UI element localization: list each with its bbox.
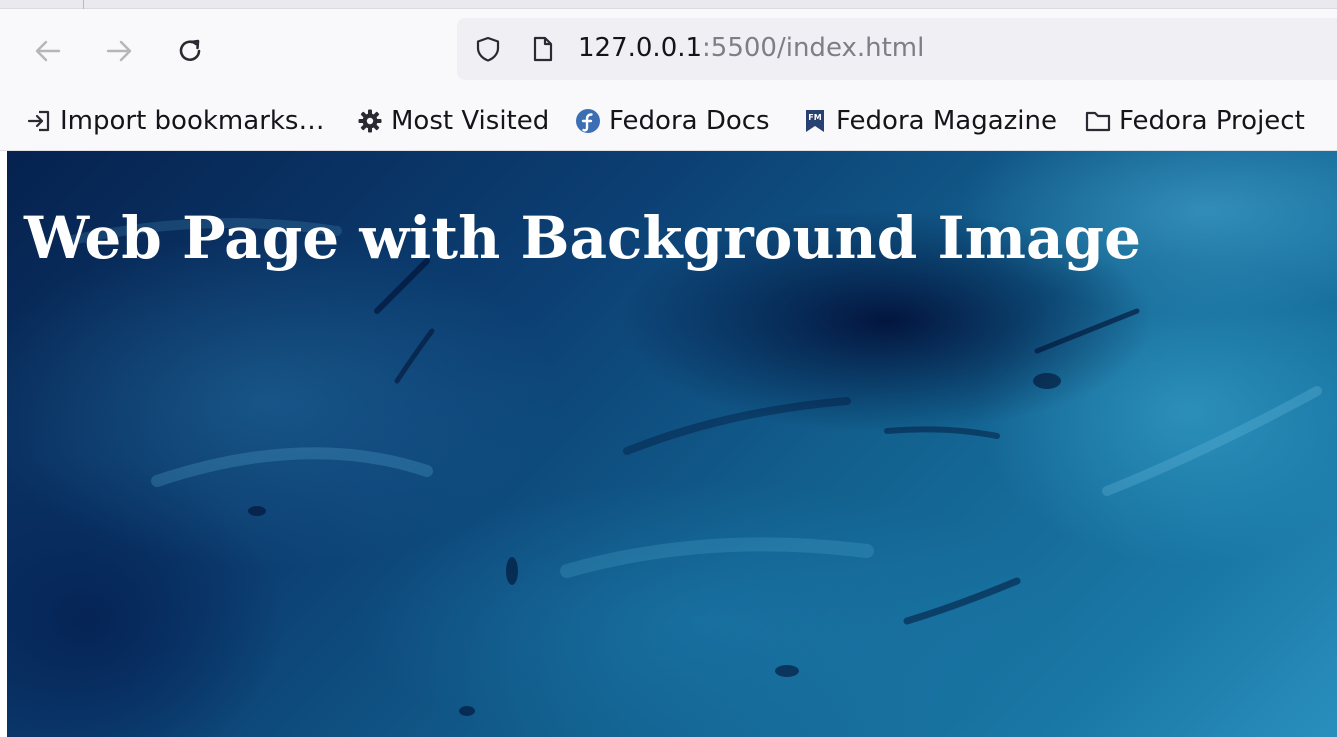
- shield-icon[interactable]: [474, 35, 502, 63]
- back-arrow-icon: [35, 40, 61, 62]
- back-button[interactable]: [30, 33, 66, 69]
- bookmark-fedora-docs[interactable]: Fedora Docs: [573, 103, 770, 139]
- svg-text:FM: FM: [808, 113, 821, 122]
- folder-icon: [1083, 106, 1113, 136]
- page-icon[interactable]: [531, 35, 555, 63]
- bookmarks-toolbar: Import bookmarks… Most Visited Fedora Do…: [0, 93, 1337, 151]
- fedora-logo-icon: [573, 106, 603, 136]
- url-path: :5500/index.html: [702, 33, 925, 63]
- tab-separator: [83, 0, 84, 9]
- bookmark-label: Fedora Docs: [609, 106, 770, 136]
- reload-icon: [179, 39, 201, 61]
- forward-arrow-icon: [106, 40, 132, 62]
- fedora-magazine-icon: FM: [800, 106, 830, 136]
- import-icon: [24, 106, 54, 136]
- url-bar[interactable]: 127.0.0.1:5500/index.html: [457, 18, 1337, 80]
- background-image: Web Page with Background Image: [7, 151, 1337, 737]
- browser-window: 127.0.0.1:5500/index.html Import bookmar…: [0, 0, 1337, 737]
- bookmark-import[interactable]: Import bookmarks…: [24, 103, 324, 139]
- bookmark-label: Most Visited: [391, 106, 550, 136]
- gear-icon: [355, 106, 385, 136]
- url-text[interactable]: 127.0.0.1:5500/index.html: [578, 31, 924, 65]
- tab-strip: [0, 0, 1337, 9]
- bookmark-label: Fedora Project: [1119, 106, 1305, 136]
- url-host: 127.0.0.1: [578, 33, 703, 63]
- page-viewport: Web Page with Background Image: [0, 151, 1337, 737]
- bookmark-most-visited[interactable]: Most Visited: [355, 103, 549, 139]
- forward-button[interactable]: [101, 33, 137, 69]
- page-heading: Web Page with Background Image: [24, 204, 1141, 272]
- bookmark-fedora-project[interactable]: Fedora Project: [1083, 103, 1305, 139]
- bookmark-label: Fedora Magazine: [836, 106, 1057, 136]
- navigation-toolbar: 127.0.0.1:5500/index.html: [0, 9, 1337, 93]
- bookmark-fedora-magazine[interactable]: FM Fedora Magazine: [800, 103, 1057, 139]
- reload-button[interactable]: [172, 33, 208, 69]
- bookmark-label: Import bookmarks…: [60, 106, 325, 136]
